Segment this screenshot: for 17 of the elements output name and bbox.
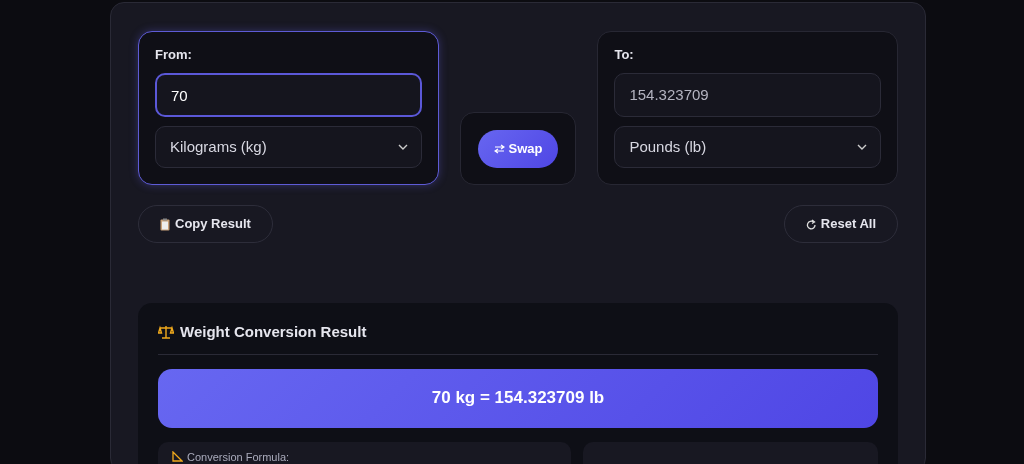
- result-field[interactable]: 154.323709: [614, 73, 881, 117]
- to-label: To:: [614, 47, 635, 63]
- from-label: From:: [155, 47, 193, 63]
- swap-arrows-icon: [493, 143, 505, 154]
- chevron-down-icon: [857, 144, 867, 151]
- swap-button[interactable]: Swap: [477, 129, 559, 168]
- result-summary: 70 kg = 154.323709 lb: [431, 387, 605, 410]
- reset-icon: [805, 218, 816, 230]
- chevron-down-icon: [397, 144, 408, 151]
- ruler-icon: [172, 450, 183, 462]
- scale-icon: [158, 325, 174, 340]
- to-unit-select[interactable]: Pounds (lb): [614, 126, 881, 168]
- amount-input[interactable]: 70: [155, 73, 422, 117]
- formula-label: Conversion Formula:: [187, 450, 290, 464]
- clipboard-icon: [160, 217, 170, 231]
- result-title: Weight Conversion Result: [180, 322, 367, 342]
- from-unit-select[interactable]: Kilograms (kg): [155, 126, 422, 168]
